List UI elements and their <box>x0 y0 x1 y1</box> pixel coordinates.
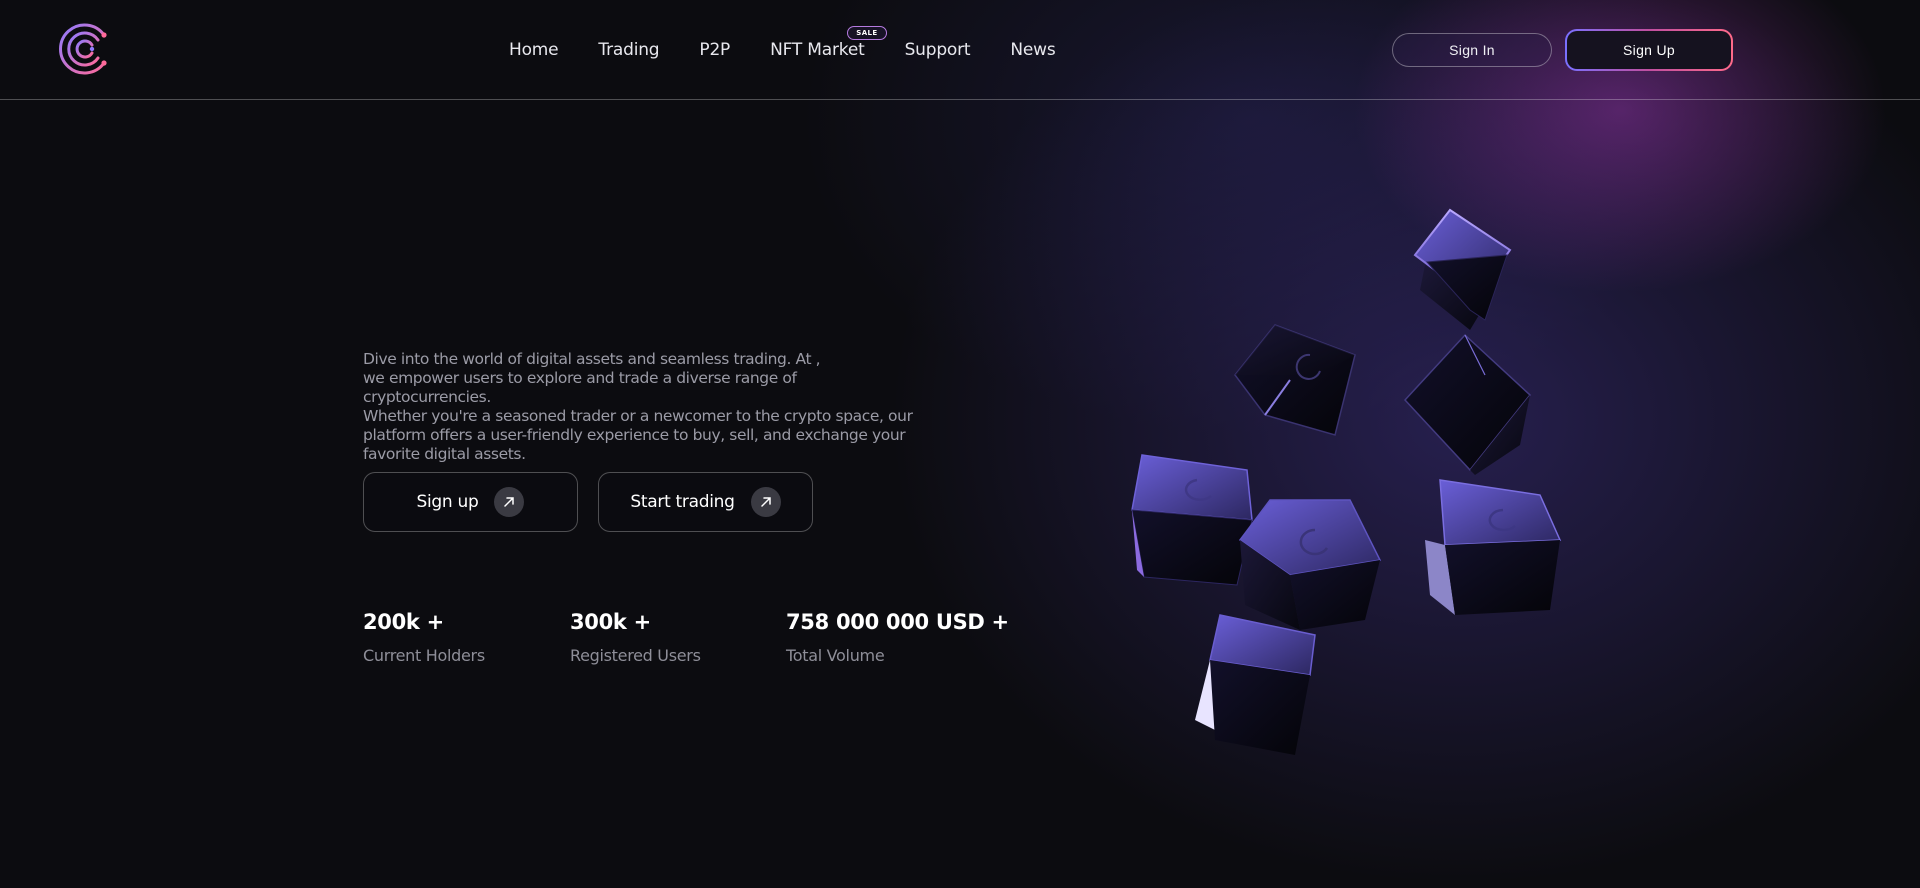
nav-p2p[interactable]: P2P <box>699 40 730 60</box>
cube <box>1403 333 1532 475</box>
logo-icon[interactable] <box>58 21 114 77</box>
hero-description-line: Whether you're a seasoned trader or a ne… <box>363 407 913 425</box>
main-nav: Home Trading P2P NFT Market SALE Support… <box>509 26 1056 60</box>
hero-description-line: Dive into the world of digital assets an… <box>363 350 821 368</box>
stat-value: 200k + <box>363 610 444 634</box>
stat-label: Current Holders <box>363 646 485 665</box>
arrow-up-right-icon <box>494 487 525 517</box>
cube <box>1413 208 1512 330</box>
nav-home[interactable]: Home <box>509 40 559 60</box>
hero-description-line: we empower users to explore and trade a … <box>363 369 797 406</box>
stat-total-volume: 758 000 000 USD + Total Volume <box>786 610 1009 665</box>
nav-support[interactable]: Support <box>905 40 971 60</box>
hero-description-line: favorite digital assets. <box>363 445 526 463</box>
arrow-up-right-icon <box>750 487 781 517</box>
hero-sign-up-button[interactable]: Sign up <box>363 472 578 532</box>
stat-label: Total Volume <box>786 646 885 665</box>
start-trading-button[interactable]: Start trading <box>598 472 813 532</box>
sign-up-button-label: Sign Up <box>1567 31 1731 69</box>
hero-sign-up-label: Sign up <box>416 492 479 512</box>
stat-registered-users: 300k + Registered Users <box>570 610 701 665</box>
stat-value: 758 000 000 USD + <box>786 610 1009 634</box>
cube <box>1195 614 1316 755</box>
cube <box>1131 454 1253 586</box>
nav-nft-market-label: NFT Market <box>770 40 865 60</box>
hero-description-line: platform offers a user-friendly experien… <box>363 426 906 444</box>
hero-description: Dive into the world of digital assets an… <box>363 350 923 464</box>
sign-up-button[interactable]: Sign Up <box>1565 29 1733 71</box>
sale-badge: SALE <box>847 26 887 40</box>
cube <box>1425 479 1562 615</box>
cube <box>1238 499 1382 630</box>
stat-current-holders: 200k + Current Holders <box>363 610 485 665</box>
site-header: Home Trading P2P NFT Market SALE Support… <box>0 0 1920 100</box>
start-trading-label: Start trading <box>630 492 735 512</box>
floating-cubes-illustration <box>1131 208 1562 755</box>
background-glow <box>0 0 1920 888</box>
cube <box>1234 324 1356 436</box>
stat-label: Registered Users <box>570 646 701 665</box>
nav-trading[interactable]: Trading <box>598 40 659 60</box>
nav-nft-market[interactable]: NFT Market SALE <box>770 26 887 60</box>
sign-in-button[interactable]: Sign In <box>1392 33 1552 67</box>
nav-news[interactable]: News <box>1010 40 1055 60</box>
stat-value: 300k + <box>570 610 651 634</box>
